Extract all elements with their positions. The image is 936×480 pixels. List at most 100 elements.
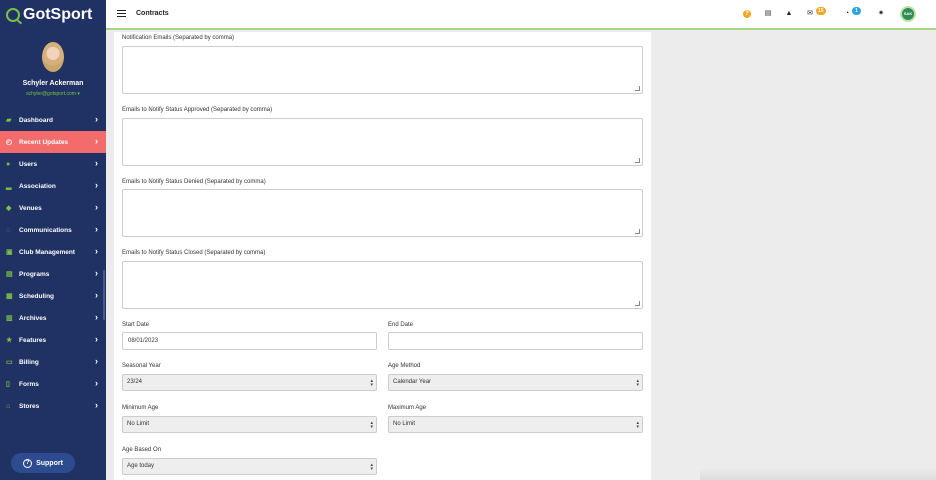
age-based-on-select[interactable]: Age today ▴ ▾ bbox=[122, 458, 377, 475]
sidebar-item-dashboard[interactable]: ▰ Dashboard › bbox=[0, 109, 106, 131]
chevron-right-icon: › bbox=[95, 312, 98, 322]
hamburger-menu-icon[interactable] bbox=[117, 10, 126, 17]
recent-updates-icon: ◴ bbox=[6, 138, 13, 146]
sidebar-item-communications[interactable]: ◌ Communications › bbox=[0, 219, 106, 241]
sidebar-item-users[interactable]: ● Users › bbox=[0, 153, 106, 175]
closed-emails-textarea[interactable] bbox=[122, 261, 643, 309]
chevron-right-icon: › bbox=[95, 268, 98, 278]
help-circle-icon: ? bbox=[23, 458, 33, 468]
minimum-age-select[interactable]: No Limit ▴ ▾ bbox=[122, 416, 377, 433]
age-method-value: Calendar Year bbox=[393, 379, 432, 385]
chevron-right-icon: › bbox=[95, 180, 98, 190]
sidebar-item-scheduling[interactable]: ▦ Scheduling › bbox=[0, 285, 106, 307]
sidebar-item-club-management[interactable]: ▣ Club Management › bbox=[0, 241, 106, 263]
sidebar-item-label: Archives bbox=[19, 314, 47, 322]
chevron-right-icon: › bbox=[95, 114, 98, 124]
select-arrows-icon: ▴ ▾ bbox=[370, 378, 373, 388]
scheduling-icon: ▦ bbox=[6, 292, 13, 300]
stores-icon: ⌂ bbox=[6, 402, 11, 410]
seasonal-year-value: 23/24 bbox=[127, 379, 143, 385]
sidebar-item-label: Venues bbox=[19, 204, 42, 212]
select-arrows-icon: ▴ ▾ bbox=[636, 378, 639, 388]
age-method-select[interactable]: Calendar Year ▴ ▾ bbox=[388, 374, 643, 391]
sidebar: GotSport Schyler Ackerman schyler@gotspo… bbox=[0, 0, 106, 480]
maximum-age-value: No Limit bbox=[393, 421, 416, 427]
start-date-input[interactable]: 08/01/2023 bbox=[122, 332, 377, 350]
chevron-right-icon: › bbox=[95, 400, 98, 410]
chevron-right-icon: › bbox=[95, 246, 98, 256]
age-method-label: Age Method bbox=[388, 363, 421, 369]
chat-icon[interactable]: ◔ bbox=[843, 10, 851, 18]
seasonal-year-select[interactable]: 23/24 ▴ ▾ bbox=[122, 374, 377, 391]
sidebar-item-label: Association bbox=[19, 182, 56, 190]
chevron-right-icon: › bbox=[95, 136, 98, 146]
chevron-right-icon: › bbox=[95, 378, 98, 388]
seasonal-year-label: Seasonal Year bbox=[122, 363, 161, 369]
notification-emails-label: Notification Emails (Separated by comma) bbox=[122, 35, 235, 41]
brand-logo[interactable]: GotSport bbox=[0, 0, 106, 30]
sidebar-item-programs[interactable]: ▤ Programs › bbox=[0, 263, 106, 285]
sidebar-item-association[interactable]: ▂ Association › bbox=[0, 175, 106, 197]
sidebar-item-label: Features bbox=[19, 336, 47, 344]
minimum-age-label: Minimum Age bbox=[122, 405, 159, 411]
denied-emails-textarea[interactable] bbox=[122, 189, 643, 237]
support-button[interactable]: ? Support bbox=[11, 453, 75, 473]
help-icon[interactable]: ? bbox=[743, 10, 751, 18]
sidebar-item-features[interactable]: ★ Features › bbox=[0, 329, 106, 351]
profile-email[interactable]: schyler@gotsport.com ▾ bbox=[0, 91, 106, 97]
sidebar-scrollbar[interactable] bbox=[103, 270, 105, 320]
sidebar-item-stores[interactable]: ⌂ Stores › bbox=[0, 395, 106, 417]
chevron-right-icon: › bbox=[95, 158, 98, 168]
gear-icon[interactable]: ✷ bbox=[877, 10, 885, 18]
age-based-on-value: Age today bbox=[127, 463, 155, 469]
top-header: Contracts ? ▤ ▲ ✉ 15 ◔ 1 ✷ SAK bbox=[106, 0, 936, 30]
venues-icon: ◆ bbox=[6, 204, 12, 212]
user-menu-avatar[interactable]: SAK bbox=[900, 6, 916, 22]
support-label: Support bbox=[36, 459, 63, 467]
page-title: Contracts bbox=[136, 10, 169, 17]
bell-icon[interactable]: ▲ bbox=[785, 10, 793, 18]
grid-list-icon[interactable]: ▤ bbox=[764, 10, 772, 18]
select-arrows-icon: ▴ ▾ bbox=[370, 462, 373, 472]
programs-icon: ▤ bbox=[6, 270, 13, 278]
denied-emails-label: Emails to Notify Status Denied (Separate… bbox=[122, 179, 266, 185]
sidebar-item-billing[interactable]: ▭ Billing › bbox=[0, 351, 106, 373]
chat-count-badge: 1 bbox=[852, 7, 861, 15]
approved-emails-label: Emails to Notify Status Approved (Separa… bbox=[122, 107, 273, 113]
sidebar-item-label: Forms bbox=[19, 380, 39, 388]
select-arrows-icon: ▴ ▾ bbox=[636, 420, 639, 430]
communications-icon: ◌ bbox=[6, 226, 11, 234]
start-date-label: Start Date bbox=[122, 322, 150, 328]
forms-icon: ▯ bbox=[6, 380, 10, 388]
closed-emails-label: Emails to Notify Status Closed (Separate… bbox=[122, 250, 266, 256]
select-arrows-icon: ▴ ▾ bbox=[370, 420, 373, 430]
notification-emails-textarea[interactable] bbox=[122, 46, 643, 94]
sidebar-item-venues[interactable]: ◆ Venues › bbox=[0, 197, 106, 219]
sidebar-item-label: Recent Updates bbox=[19, 138, 69, 146]
maximum-age-select[interactable]: No Limit ▴ ▾ bbox=[388, 416, 643, 433]
sidebar-nav: ▰ Dashboard › ◴ Recent Updates › ● Users… bbox=[0, 109, 106, 417]
approved-emails-textarea[interactable] bbox=[122, 118, 643, 166]
sidebar-item-label: Dashboard bbox=[19, 116, 53, 124]
avatar[interactable] bbox=[42, 42, 64, 72]
mail-icon[interactable]: ✉ bbox=[806, 10, 814, 18]
chevron-right-icon: › bbox=[95, 356, 98, 366]
sidebar-item-archives[interactable]: ▥ Archives › bbox=[0, 307, 106, 329]
profile-name: Schyler Ackerman bbox=[22, 80, 84, 87]
sidebar-item-label: Club Management bbox=[19, 248, 75, 256]
mail-count-badge: 15 bbox=[816, 7, 826, 15]
logo-mark-icon bbox=[6, 8, 20, 22]
sidebar-item-forms[interactable]: ▯ Forms › bbox=[0, 373, 106, 395]
age-based-on-label: Age Based On bbox=[122, 447, 162, 453]
chevron-right-icon: › bbox=[95, 202, 98, 212]
end-date-label: End Date bbox=[388, 322, 414, 328]
sidebar-item-label: Billing bbox=[19, 358, 39, 366]
minimum-age-value: No Limit bbox=[127, 421, 150, 427]
features-icon: ★ bbox=[6, 336, 13, 344]
association-icon: ▂ bbox=[6, 182, 12, 190]
sidebar-item-label: Scheduling bbox=[19, 292, 55, 300]
sidebar-item-label: Stores bbox=[19, 402, 40, 410]
sidebar-item-label: Programs bbox=[19, 270, 50, 278]
sidebar-item-recent-updates[interactable]: ◴ Recent Updates › bbox=[0, 131, 106, 153]
end-date-input[interactable] bbox=[388, 332, 643, 350]
